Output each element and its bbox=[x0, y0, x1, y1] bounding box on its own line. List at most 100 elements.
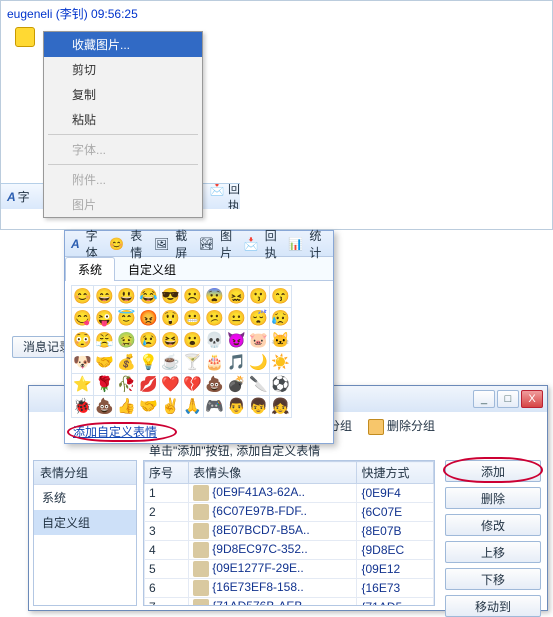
emoji-cell[interactable]: 😡 bbox=[138, 308, 160, 330]
tb-emoji[interactable]: 表情 bbox=[130, 227, 148, 261]
tb-font[interactable]: 字 bbox=[18, 188, 30, 205]
emoji-cell[interactable]: 🌹 bbox=[94, 374, 116, 396]
maximize-button[interactable]: □ bbox=[497, 390, 519, 408]
emoji-cell[interactable]: 😕 bbox=[204, 308, 226, 330]
edit-button[interactable]: 修改 bbox=[445, 514, 541, 536]
ctx-cut[interactable]: 剪切 bbox=[44, 57, 202, 82]
tab-custom[interactable]: 自定义组 bbox=[115, 257, 189, 281]
table-row[interactable]: 4{9D8EC97C-352..{9D8EC bbox=[145, 541, 434, 560]
ctx-font: 字体... bbox=[44, 137, 202, 162]
emoji-cell[interactable]: 😆 bbox=[160, 330, 182, 352]
table-row[interactable]: 1{0E9F41A3-62A..{0E9F4 bbox=[145, 484, 434, 503]
emoji-cell[interactable]: 🍸 bbox=[182, 352, 204, 374]
delete-button[interactable]: 删除 bbox=[445, 487, 541, 509]
emoji-cell[interactable]: 😨 bbox=[204, 286, 226, 308]
ctx-paste[interactable]: 粘贴 bbox=[44, 107, 202, 132]
emoji-cell[interactable]: 🎵 bbox=[226, 352, 248, 374]
ctx-save-image[interactable]: 收藏图片... bbox=[44, 32, 202, 57]
emoji-cell[interactable]: 🐶 bbox=[72, 352, 94, 374]
emoji-cell[interactable]: 💀 bbox=[204, 330, 226, 352]
emoji-cell[interactable]: ⭐ bbox=[72, 374, 94, 396]
emoji-cell[interactable]: 🙏 bbox=[182, 396, 204, 418]
inline-emoji-icon[interactable] bbox=[15, 27, 35, 47]
col-shortcut[interactable]: 快捷方式 bbox=[357, 462, 434, 484]
emoji-cell[interactable]: 😄 bbox=[94, 286, 116, 308]
emoji-cell[interactable]: ☹️ bbox=[182, 286, 204, 308]
emoji-cell[interactable]: 🐷 bbox=[248, 330, 270, 352]
emoji-cell[interactable]: 🎂 bbox=[204, 352, 226, 374]
add-custom-emoji-link[interactable]: 添加自定义表情 bbox=[73, 425, 157, 439]
table-row[interactable]: 5{09E1277F-29E..{09E12 bbox=[145, 560, 434, 579]
table-row[interactable]: 6{16E73EF8-158..{16E73 bbox=[145, 579, 434, 598]
emoji-cell[interactable]: 😐 bbox=[226, 308, 248, 330]
emoji-cell[interactable]: 😊 bbox=[72, 286, 94, 308]
emoji-cell[interactable]: 🌙 bbox=[248, 352, 270, 374]
col-avatar[interactable]: 表情头像 bbox=[189, 462, 357, 484]
emoji-cell[interactable]: 💡 bbox=[138, 352, 160, 374]
emoji-cell[interactable]: 😤 bbox=[94, 330, 116, 352]
emoji-cell[interactable]: 🐞 bbox=[72, 396, 94, 418]
emoji-cell[interactable]: 😢 bbox=[138, 330, 160, 352]
emoji-cell[interactable]: 🥀 bbox=[116, 374, 138, 396]
emoji-cell[interactable]: 🤝 bbox=[94, 352, 116, 374]
emoji-cell[interactable]: 😜 bbox=[94, 308, 116, 330]
emoji-cell[interactable]: 😙 bbox=[270, 286, 292, 308]
sidebar-item-system[interactable]: 系统 bbox=[34, 485, 136, 510]
emoji-cell[interactable]: 😋 bbox=[72, 308, 94, 330]
emoji-cell[interactable]: 😗 bbox=[248, 286, 270, 308]
move-down-button[interactable]: 下移 bbox=[445, 568, 541, 590]
emoji-cell[interactable]: 🎮 bbox=[204, 396, 226, 418]
emoji-cell[interactable]: ✌️ bbox=[160, 396, 182, 418]
tb-stats[interactable]: 统计 bbox=[309, 227, 327, 261]
tb-receipt[interactable]: 回执 bbox=[265, 227, 283, 261]
tb-font[interactable]: 字体 bbox=[86, 227, 104, 261]
emoji-cell[interactable]: 😃 bbox=[116, 286, 138, 308]
tb-del-group[interactable]: 删除分组 bbox=[387, 419, 435, 433]
emoji-cell[interactable]: 👍 bbox=[116, 396, 138, 418]
move-up-button[interactable]: 上移 bbox=[445, 541, 541, 563]
close-button[interactable]: X bbox=[521, 390, 543, 408]
table-row[interactable]: 2{6C07E97B-FDF..{6C07E bbox=[145, 503, 434, 522]
table-row[interactable]: 7{71AD576B-AEB..{71AD5 bbox=[145, 598, 434, 607]
emoji-cell[interactable]: 😬 bbox=[182, 308, 204, 330]
emoji-cell[interactable]: 👧 bbox=[270, 396, 292, 418]
emoji-cell[interactable]: 💋 bbox=[138, 374, 160, 396]
tb-receipt[interactable]: 回执 bbox=[228, 183, 240, 209]
emoji-cell[interactable]: 😖 bbox=[226, 286, 248, 308]
emoji-cell[interactable]: 😂 bbox=[138, 286, 160, 308]
emoji-cell[interactable]: 😴 bbox=[248, 308, 270, 330]
add-button[interactable]: 添加 bbox=[445, 460, 541, 482]
emoji-cell[interactable]: 😈 bbox=[226, 330, 248, 352]
emoji-cell[interactable]: 💔 bbox=[182, 374, 204, 396]
tab-system[interactable]: 系统 bbox=[65, 257, 115, 281]
emoji-cell[interactable]: 💩 bbox=[94, 396, 116, 418]
emoji-cell[interactable]: 😮 bbox=[182, 330, 204, 352]
tb-image[interactable]: 图片 bbox=[220, 227, 238, 261]
emoji-cell[interactable]: 🐱 bbox=[270, 330, 292, 352]
ctx-copy[interactable]: 复制 bbox=[44, 82, 202, 107]
emoji-cell[interactable]: ☕ bbox=[160, 352, 182, 374]
emoji-cell[interactable]: 💣 bbox=[226, 374, 248, 396]
emoji-cell[interactable]: 😎 bbox=[160, 286, 182, 308]
emoji-cell[interactable]: ☀️ bbox=[270, 352, 292, 374]
emoji-cell[interactable]: 😇 bbox=[116, 308, 138, 330]
screenshot-icon: 🖼 bbox=[154, 237, 169, 251]
emoji-cell[interactable]: ⚽ bbox=[270, 374, 292, 396]
emoji-cell[interactable]: 💩 bbox=[204, 374, 226, 396]
minimize-button[interactable]: _ bbox=[473, 390, 495, 408]
emoji-cell[interactable]: 😳 bbox=[72, 330, 94, 352]
table-row[interactable]: 3{8E07BCD7-B5A..{8E07B bbox=[145, 522, 434, 541]
emoji-cell[interactable]: 🤢 bbox=[116, 330, 138, 352]
emoji-cell[interactable]: 😲 bbox=[160, 308, 182, 330]
emoji-cell[interactable]: 👦 bbox=[248, 396, 270, 418]
emoji-cell[interactable]: 😥 bbox=[270, 308, 292, 330]
tb-screenshot[interactable]: 截屏 bbox=[175, 227, 193, 261]
emoji-cell[interactable]: 💰 bbox=[116, 352, 138, 374]
emoji-cell[interactable]: 👨 bbox=[226, 396, 248, 418]
col-index[interactable]: 序号 bbox=[145, 462, 189, 484]
emoji-cell[interactable]: 🤝 bbox=[138, 396, 160, 418]
emoji-cell[interactable]: ❤️ bbox=[160, 374, 182, 396]
sidebar-item-custom[interactable]: 自定义组 bbox=[34, 510, 136, 535]
emoji-grid: 😊😄😃😂😎☹️😨😖😗😙😋😜😇😡😲😬😕😐😴😥😳😤🤢😢😆😮💀😈🐷🐱🐶🤝💰💡☕🍸🎂🎵🌙… bbox=[65, 281, 333, 420]
emoji-cell[interactable]: 🔪 bbox=[248, 374, 270, 396]
